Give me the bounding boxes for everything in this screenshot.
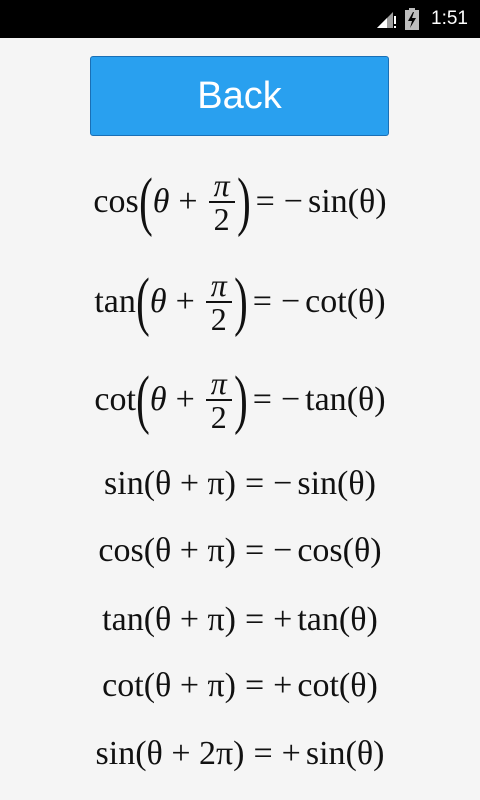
result-sign: +	[273, 601, 293, 638]
result-argument: (θ)	[346, 381, 386, 418]
plus-sign: +	[175, 381, 195, 418]
left-paren: (	[136, 363, 150, 436]
fraction-denominator: 2	[213, 201, 230, 237]
result-sign: −	[273, 532, 293, 569]
status-bar: 1:51	[0, 0, 480, 38]
result-function: sin	[307, 183, 348, 220]
fraction-denominator: 2	[210, 399, 227, 435]
result-sign: +	[281, 735, 301, 772]
identity-formula: tan ( θ + π 2 ) = − cot (θ)	[0, 260, 480, 344]
result-function: tan	[305, 381, 347, 418]
right-paren: )	[236, 165, 251, 238]
signal-icon	[375, 8, 397, 30]
status-icons: 1:51	[375, 0, 468, 38]
formula-lhs: cot(θ + π)	[102, 667, 236, 704]
equals-sign: =	[255, 183, 275, 220]
formula-rhs: cot(θ)	[297, 667, 378, 704]
identity-formula: cot(θ + π) = + cot(θ)	[0, 664, 480, 708]
status-time: 1:51	[431, 8, 468, 29]
fraction-numerator: π	[210, 267, 227, 303]
result-function: cot	[305, 283, 347, 320]
identity-formula: sin(θ + 2π) = + sin(θ)	[0, 732, 480, 776]
identity-formula: cos(θ + π) = − cos(θ)	[0, 529, 480, 573]
back-button[interactable]: Back	[90, 56, 389, 136]
equals-sign: =	[244, 667, 265, 704]
plus-sign: +	[175, 283, 195, 320]
theta-symbol: θ	[149, 381, 167, 418]
result-sign: −	[280, 381, 301, 418]
fraction-numerator: π	[210, 365, 227, 401]
right-paren: )	[233, 363, 248, 436]
result-sign: −	[280, 283, 301, 320]
equals-sign: =	[244, 532, 265, 569]
identity-formula: cot ( θ + π 2 ) = − tan (θ)	[0, 358, 480, 442]
formula-lhs: tan(θ + π)	[102, 601, 236, 638]
identity-formula: cos ( θ + π 2 ) = − sin (θ)	[0, 160, 480, 244]
battery-charging-icon	[405, 8, 420, 30]
result-argument: (θ)	[346, 283, 386, 320]
formula-rhs: tan(θ)	[297, 601, 378, 638]
formula-lhs: sin(θ + 2π)	[95, 735, 245, 772]
equals-sign: =	[252, 381, 272, 418]
identity-formula: sin(θ + π) = − sin(θ)	[0, 462, 480, 506]
function-name: tan	[94, 283, 136, 320]
formula-rhs: sin(θ)	[305, 735, 385, 772]
formula-rhs: cos(θ)	[297, 532, 382, 569]
function-name: cot	[94, 381, 136, 418]
equals-sign: =	[253, 735, 273, 772]
result-sign: −	[273, 465, 293, 502]
left-paren: (	[138, 165, 153, 238]
fraction-denominator: 2	[210, 301, 227, 337]
formula-lhs: sin(θ + π)	[104, 465, 236, 502]
result-argument: (θ)	[347, 183, 387, 220]
fraction: π 2	[205, 365, 232, 435]
left-paren: (	[136, 265, 150, 338]
equals-sign: =	[244, 601, 265, 638]
right-paren: )	[233, 265, 248, 338]
fraction: π 2	[205, 267, 232, 337]
theta-symbol: θ	[149, 283, 167, 320]
equals-sign: =	[252, 283, 272, 320]
plus-sign: +	[178, 183, 198, 220]
fraction-numerator: π	[213, 167, 230, 203]
fraction: π 2	[208, 167, 235, 237]
function-name: cos	[93, 183, 139, 220]
theta-symbol: θ	[152, 183, 170, 220]
result-sign: −	[283, 183, 303, 220]
formula-lhs: cos(θ + π)	[98, 532, 236, 569]
identity-formula: tan(θ + π) = + tan(θ)	[0, 598, 480, 642]
result-sign: +	[273, 667, 293, 704]
formula-rhs: sin(θ)	[297, 465, 376, 502]
equals-sign: =	[244, 465, 265, 502]
